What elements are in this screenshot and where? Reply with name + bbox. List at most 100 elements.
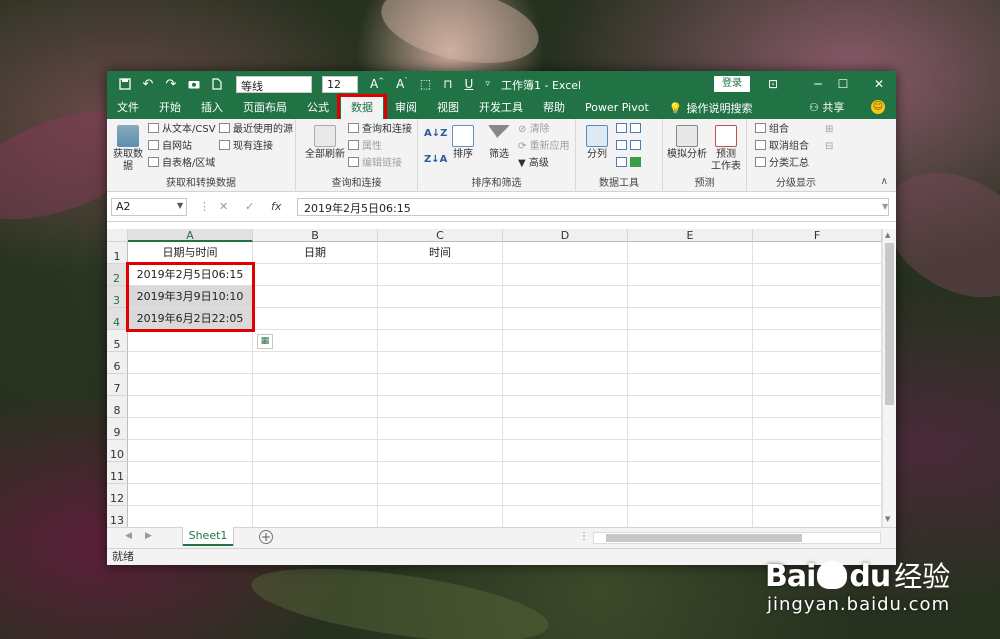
grid-cell[interactable] [628, 264, 753, 286]
row-header-8[interactable]: 8 [107, 396, 128, 418]
column-header-d[interactable]: D [503, 229, 628, 242]
grid-cell[interactable] [503, 264, 628, 286]
row-header-12[interactable]: 12 [107, 484, 128, 506]
tab-power-pivot[interactable]: Power Pivot [575, 97, 659, 119]
scroll-up-icon[interactable]: ▲ [885, 231, 890, 239]
grid-cell[interactable] [628, 308, 753, 330]
grid-cell[interactable] [753, 440, 882, 462]
grid-cell[interactable] [628, 440, 753, 462]
tell-me-search[interactable]: 操作说明搜索 [686, 100, 752, 116]
row-header-6[interactable]: 6 [107, 352, 128, 374]
row-header-2[interactable]: 2 [107, 264, 128, 286]
from-table-button[interactable]: 自表格/区域 [148, 157, 215, 171]
grid-cell[interactable] [378, 352, 503, 374]
grid-cell[interactable] [753, 484, 882, 506]
grid-cell[interactable] [628, 396, 753, 418]
new-doc-icon[interactable] [207, 74, 227, 94]
row-header-11[interactable]: 11 [107, 462, 128, 484]
grid-cell[interactable] [503, 462, 628, 484]
grid-cell[interactable] [378, 330, 503, 352]
grid-cell[interactable] [503, 330, 628, 352]
grid-cell[interactable] [378, 264, 503, 286]
grid-cell[interactable] [503, 440, 628, 462]
grid-cell[interactable] [503, 286, 628, 308]
name-box[interactable]: A2 [111, 198, 187, 216]
tab-insert[interactable]: 插入 [191, 97, 233, 119]
collapse-ribbon-icon[interactable]: ∧ [881, 176, 888, 187]
name-box-dropdown-icon[interactable]: ▼ [177, 201, 183, 210]
get-data-button[interactable]: 获取数 据 [111, 125, 145, 173]
row-header-13[interactable]: 13 [107, 506, 128, 527]
quick-analysis-icon[interactable]: ▦ [257, 334, 273, 349]
grid-cell[interactable] [753, 286, 882, 308]
grid-cell[interactable] [753, 352, 882, 374]
confirm-entry-icon[interactable]: ✓ [245, 200, 254, 213]
column-header-e[interactable]: E [628, 229, 753, 242]
grid-cell[interactable] [378, 440, 503, 462]
camera-icon[interactable] [184, 74, 204, 94]
formula-input[interactable]: 2019年2月5日06:15 [297, 198, 889, 216]
sort-button[interactable]: 排序 [448, 125, 478, 161]
font-size-box[interactable]: 12 [322, 75, 358, 93]
grid-cell[interactable] [378, 396, 503, 418]
grid-cell[interactable] [128, 418, 253, 440]
clear-filter-button[interactable]: ⊘ 清除 [518, 123, 550, 137]
row-header-3[interactable]: 3 [107, 286, 128, 308]
grid-cell[interactable] [753, 242, 882, 264]
grid-cell[interactable] [128, 462, 253, 484]
share-button[interactable]: ⚇ 共享 [809, 97, 844, 119]
tab-view[interactable]: 视图 [427, 97, 469, 119]
expand-formula-icon[interactable]: ▼ [882, 202, 888, 211]
tab-split-handle-icon[interactable]: ⋮ [579, 531, 589, 542]
existing-connections-button[interactable]: 现有连接 [219, 140, 273, 154]
grid-cell[interactable] [128, 330, 253, 352]
sort-za-icon[interactable]: Z↓A [424, 153, 447, 167]
row-header-10[interactable]: 10 [107, 440, 128, 462]
grid-cell[interactable] [628, 286, 753, 308]
grid-cell[interactable] [503, 396, 628, 418]
grid-cell[interactable] [628, 506, 753, 527]
login-button[interactable]: 登录 [714, 76, 750, 92]
cell-a3[interactable]: 2019年3月9日10:10 [128, 286, 253, 308]
grid-cell[interactable] [378, 506, 503, 527]
cell-a4[interactable]: 2019年6月2日22:05 [128, 308, 253, 330]
grid-cell[interactable] [253, 308, 378, 330]
grid-cell[interactable] [753, 396, 882, 418]
edit-links-button[interactable]: 编辑链接 [348, 157, 402, 171]
connector-icon[interactable]: ⊓ [443, 77, 452, 91]
grid-cell[interactable] [503, 374, 628, 396]
grid-cell[interactable] [503, 352, 628, 374]
cell-a2[interactable]: 2019年2月5日06:15 [128, 264, 253, 286]
grid-cell[interactable] [378, 286, 503, 308]
flash-fill-icon[interactable] [616, 123, 644, 137]
tab-page-layout[interactable]: 页面布局 [233, 97, 297, 119]
worksheet-grid[interactable]: A B C D E F 1 2 3 4 5 6 7 8 9 10 11 12 1… [107, 229, 896, 527]
underline-icon[interactable]: U [465, 77, 474, 91]
column-header-b[interactable]: B [253, 229, 378, 242]
grid-cell[interactable] [753, 308, 882, 330]
prev-sheet-icon[interactable]: ◀ [125, 531, 132, 541]
grid-cell[interactable] [503, 484, 628, 506]
filter-button[interactable]: 筛选 [484, 125, 514, 161]
grid-cell[interactable] [253, 506, 378, 527]
column-header-a[interactable]: A [128, 229, 253, 242]
minimize-icon[interactable]: ─ [806, 75, 830, 93]
text-to-columns-button[interactable]: 分列 [582, 125, 612, 161]
hide-detail-icon[interactable]: ⊟ [825, 140, 833, 154]
grid-cell[interactable] [253, 484, 378, 506]
close-icon[interactable]: ✕ [867, 75, 891, 93]
show-detail-icon[interactable]: ⊞ [825, 123, 833, 137]
properties-button[interactable]: 属性 [348, 140, 382, 154]
grid-cell[interactable] [503, 242, 628, 264]
row-header-4[interactable]: 4 [107, 308, 128, 330]
cancel-entry-icon[interactable]: ✕ [219, 200, 228, 213]
frame-icon[interactable]: ⬚ [420, 77, 431, 91]
grid-cell[interactable] [628, 484, 753, 506]
insert-function-icon[interactable]: fx [271, 200, 281, 213]
column-header-c[interactable]: C [378, 229, 503, 242]
from-web-button[interactable]: 自网站 [148, 140, 192, 154]
tab-formulas[interactable]: 公式 [297, 97, 339, 119]
grid-cell[interactable] [128, 440, 253, 462]
ungroup-button[interactable]: 取消组合 [755, 140, 809, 154]
grid-cell[interactable] [628, 418, 753, 440]
